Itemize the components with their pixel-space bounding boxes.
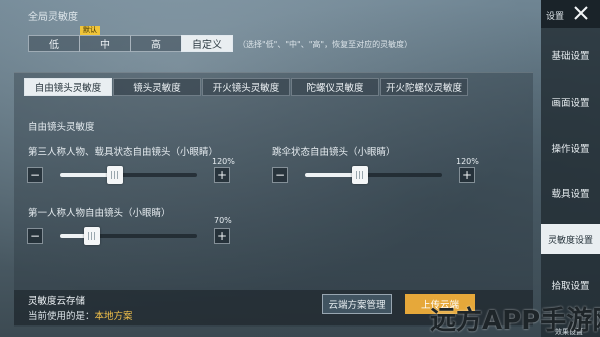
cloud-desc-prefix: 当前使用的是： bbox=[28, 311, 95, 322]
site-watermark: 远方APP手游网 bbox=[430, 306, 600, 336]
slider-label-third-person: 第三人称人物、载具状态自由镜头（小眼睛） bbox=[28, 147, 219, 158]
first-person-slider[interactable] bbox=[60, 227, 197, 245]
parachute-slider[interactable] bbox=[305, 166, 442, 184]
third-person-minus-button[interactable]: − bbox=[27, 167, 43, 183]
tab-fire-camera[interactable]: 开火镜头灵敏度 bbox=[202, 78, 290, 96]
sidebar-item-pickup[interactable]: 拾取设置 bbox=[541, 270, 600, 300]
sensitivity-medium-button[interactable]: 中 bbox=[79, 35, 131, 52]
third-person-plus-button[interactable]: + bbox=[214, 167, 230, 183]
tab-camera[interactable]: 镜头灵敏度 bbox=[113, 78, 201, 96]
sensitivity-tabs: 自由镜头灵敏度 镜头灵敏度 开火镜头灵敏度 陀螺仪灵敏度 开火陀螺仪灵敏度 bbox=[24, 78, 469, 96]
settings-panel bbox=[14, 72, 533, 327]
sensitivity-segmented-control: 低 中 高 自定义 bbox=[28, 35, 233, 52]
tab-gyroscope[interactable]: 陀螺仪灵敏度 bbox=[291, 78, 379, 96]
sidebar-item-basic[interactable]: 基础设置 bbox=[541, 40, 600, 70]
slider-value-third-person: 120% bbox=[212, 157, 235, 166]
cloud-manage-button[interactable]: 云端方案管理 bbox=[322, 294, 392, 314]
sidebar-header-label: 设置 bbox=[546, 12, 565, 22]
cloud-storage-desc: 当前使用的是：本地方案 bbox=[28, 308, 133, 322]
slider-thumb[interactable] bbox=[351, 166, 368, 184]
first-person-plus-button[interactable]: + bbox=[214, 228, 230, 244]
sensitivity-custom-button[interactable]: 自定义 bbox=[181, 35, 233, 52]
sidebar-item-controls[interactable]: 操作设置 bbox=[541, 133, 600, 163]
slider-label-first-person: 第一人称人物自由镜头（小眼睛） bbox=[28, 208, 171, 219]
section-title: 自由镜头灵敏度 bbox=[28, 122, 95, 133]
current-scheme: 本地方案 bbox=[94, 311, 133, 322]
cloud-storage-title: 灵敏度云存储 bbox=[28, 296, 86, 307]
slider-value-first-person: 70% bbox=[214, 216, 232, 225]
global-sensitivity-title: 全局灵敏度 bbox=[28, 12, 78, 23]
parachute-plus-button[interactable]: + bbox=[459, 167, 475, 183]
slider-thumb[interactable] bbox=[83, 227, 100, 245]
parachute-minus-button[interactable]: − bbox=[272, 167, 288, 183]
sensitivity-hint: （选择"低"、"中"、"高"，恢复至对应的灵敏度） bbox=[238, 40, 413, 49]
tab-fire-gyroscope[interactable]: 开火陀螺仪灵敏度 bbox=[380, 78, 468, 96]
slider-label-parachute: 跳伞状态自由镜头（小眼睛） bbox=[272, 147, 396, 158]
tab-free-camera[interactable]: 自由镜头灵敏度 bbox=[24, 78, 112, 96]
default-badge: 默认 bbox=[80, 26, 100, 35]
slider-value-parachute: 120% bbox=[456, 157, 479, 166]
sidebar-item-sensitivity[interactable]: 灵敏度设置 bbox=[541, 224, 600, 254]
sensitivity-high-button[interactable]: 高 bbox=[130, 35, 182, 52]
slider-thumb[interactable] bbox=[106, 166, 123, 184]
sensitivity-low-button[interactable]: 低 bbox=[28, 35, 80, 52]
sidebar-item-vehicle[interactable]: 载具设置 bbox=[541, 178, 600, 208]
close-icon[interactable] bbox=[570, 2, 592, 24]
first-person-minus-button[interactable]: − bbox=[27, 228, 43, 244]
third-person-slider[interactable] bbox=[60, 166, 197, 184]
sidebar-item-graphics[interactable]: 画面设置 bbox=[541, 87, 600, 117]
